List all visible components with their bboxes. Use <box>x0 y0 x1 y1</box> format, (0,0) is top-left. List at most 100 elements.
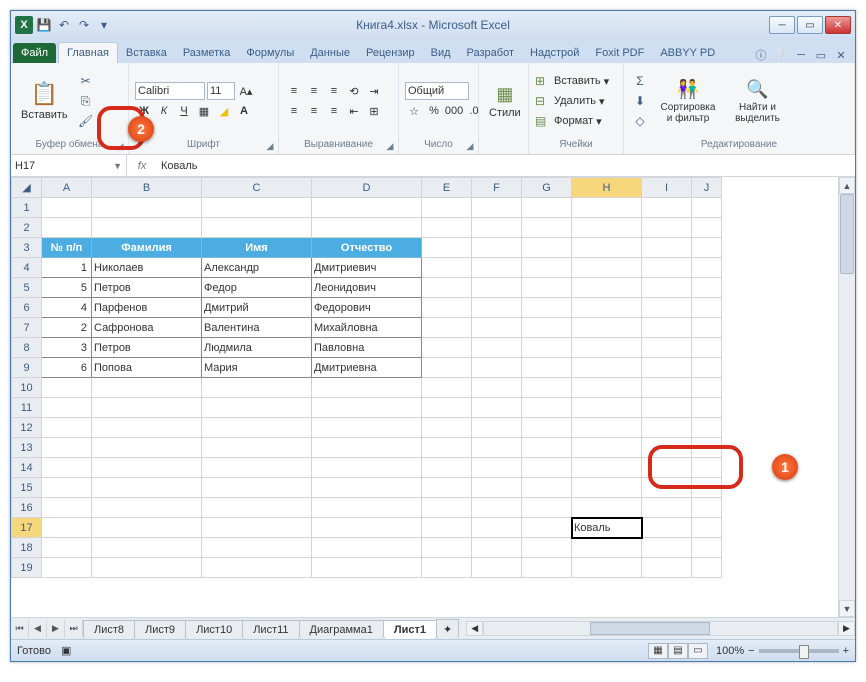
page-layout-icon[interactable]: ▤ <box>668 643 688 659</box>
row-header[interactable]: 15 <box>12 478 42 498</box>
col-header[interactable]: G <box>522 178 572 198</box>
cell[interactable]: Сафронова <box>92 318 202 338</box>
col-header[interactable]: E <box>422 178 472 198</box>
cell[interactable]: Леонидович <box>312 278 422 298</box>
zoom-slider[interactable] <box>759 649 839 653</box>
find-select-button[interactable]: 🔍 Найти и выделить <box>726 77 789 126</box>
tab-review[interactable]: Рецензир <box>358 43 423 63</box>
row-header[interactable]: 4 <box>12 258 42 278</box>
scroll-thumb[interactable] <box>840 194 854 274</box>
zoom-out-icon[interactable]: − <box>748 645 754 657</box>
cell[interactable]: 4 <box>42 298 92 318</box>
row-header[interactable]: 14 <box>12 458 42 478</box>
col-header[interactable]: J <box>692 178 722 198</box>
orientation-icon[interactable]: ⟲ <box>345 82 363 100</box>
close-button[interactable]: ✕ <box>825 16 851 34</box>
col-header[interactable]: F <box>472 178 522 198</box>
align-middle-icon[interactable]: ≡ <box>305 82 323 100</box>
cell[interactable]: Парфенов <box>92 298 202 318</box>
align-launcher-icon[interactable]: ◢ <box>384 140 396 152</box>
row-header[interactable]: 7 <box>12 318 42 338</box>
sheet-first-icon[interactable]: ⏮ <box>11 620 29 638</box>
sheet-tab[interactable]: Лист9 <box>134 620 186 639</box>
cell[interactable]: Отчество <box>312 238 422 258</box>
normal-view-icon[interactable]: ▦ <box>648 643 668 659</box>
undo-icon[interactable]: ↶ <box>55 16 73 34</box>
tab-abbyy[interactable]: ABBYY PD <box>652 43 723 63</box>
row-header[interactable]: 3 <box>12 238 42 258</box>
delete-cells-button[interactable]: ⊟Удалить ▾ <box>535 91 609 111</box>
tab-dev[interactable]: Разработ <box>459 43 522 63</box>
sheet-tab[interactable]: Диаграмма1 <box>299 620 384 639</box>
clipboard-launcher-icon[interactable]: ◢ <box>114 140 126 152</box>
cell[interactable]: Попова <box>92 358 202 378</box>
cell[interactable]: Дмитрий <box>202 298 312 318</box>
col-header[interactable]: B <box>92 178 202 198</box>
scroll-left-icon[interactable]: ◀ <box>466 621 483 636</box>
namebox-dropdown-icon[interactable]: ▼ <box>113 161 122 171</box>
number-format-select[interactable] <box>405 82 469 100</box>
doc-restore-icon[interactable]: ▭ <box>813 49 829 62</box>
cell[interactable]: Петров <box>92 338 202 358</box>
help-icon[interactable]: ❔ <box>773 49 789 62</box>
align-center-icon[interactable]: ≡ <box>305 102 323 120</box>
cell[interactable]: 3 <box>42 338 92 358</box>
row-header[interactable]: 9 <box>12 358 42 378</box>
doc-minimize-icon[interactable]: ─ <box>793 49 809 61</box>
save-icon[interactable]: 💾 <box>35 16 53 34</box>
row-header[interactable]: 12 <box>12 418 42 438</box>
col-header[interactable]: I <box>642 178 692 198</box>
align-right-icon[interactable]: ≡ <box>325 102 343 120</box>
row-header[interactable]: 1 <box>12 198 42 218</box>
scroll-right-icon[interactable]: ▶ <box>838 621 855 636</box>
wrap-text-icon[interactable]: ⇥ <box>365 82 383 100</box>
cell[interactable]: Дмитриевич <box>312 258 422 278</box>
align-bottom-icon[interactable]: ≡ <box>325 82 343 100</box>
currency-icon[interactable]: ☆ <box>405 102 423 120</box>
format-cells-button[interactable]: ▤Формат ▾ <box>535 111 609 131</box>
row-header[interactable]: 8 <box>12 338 42 358</box>
cell[interactable]: Имя <box>202 238 312 258</box>
maximize-button[interactable]: ▭ <box>797 16 823 34</box>
doc-close-icon[interactable]: ✕ <box>833 49 849 62</box>
fill-color-icon[interactable]: ◢ <box>215 102 233 120</box>
cell[interactable]: Федорович <box>312 298 422 318</box>
cell[interactable]: Фамилия <box>92 238 202 258</box>
indent-dec-icon[interactable]: ⇤ <box>345 102 363 120</box>
cell[interactable]: Александр <box>202 258 312 278</box>
tab-home[interactable]: Главная <box>58 42 118 63</box>
cell[interactable]: Петров <box>92 278 202 298</box>
font-launcher-icon[interactable]: ◢ <box>264 140 276 152</box>
underline-button[interactable]: Ч <box>175 102 193 120</box>
sheet-prev-icon[interactable]: ◀ <box>29 620 47 638</box>
cell[interactable]: Людмила <box>202 338 312 358</box>
cell[interactable]: 5 <box>42 278 92 298</box>
page-break-icon[interactable]: ▭ <box>688 643 708 659</box>
row-header[interactable]: 5 <box>12 278 42 298</box>
new-sheet-button[interactable]: ✦ <box>436 619 459 639</box>
row-header[interactable]: 6 <box>12 298 42 318</box>
cell[interactable]: Михайловна <box>312 318 422 338</box>
cell[interactable]: Павловна <box>312 338 422 358</box>
tab-insert[interactable]: Вставка <box>118 43 175 63</box>
select-all-button[interactable]: ◢ <box>12 178 42 198</box>
zoom-in-icon[interactable]: + <box>843 645 849 657</box>
grid[interactable]: ◢ A B C D E F G H I J 1 2 3 № п/п Фамили… <box>11 177 722 578</box>
tab-addins[interactable]: Надстрой <box>522 43 587 63</box>
zoom-control[interactable]: 100% − + <box>716 645 849 657</box>
horizontal-scrollbar[interactable]: ◀ ▶ <box>466 621 855 636</box>
sheet-next-icon[interactable]: ▶ <box>47 620 65 638</box>
comma-icon[interactable]: 000 <box>445 102 463 120</box>
tab-layout[interactable]: Разметка <box>175 43 239 63</box>
merge-icon[interactable]: ⊞ <box>365 102 383 120</box>
cell[interactable]: 2 <box>42 318 92 338</box>
styles-button[interactable]: ▦ Стили <box>485 82 525 121</box>
align-top-icon[interactable]: ≡ <box>285 82 303 100</box>
grow-font-icon[interactable]: A▴ <box>237 82 255 100</box>
bold-button[interactable]: Ж <box>135 102 153 120</box>
row-header[interactable]: 18 <box>12 538 42 558</box>
row-header[interactable]: 13 <box>12 438 42 458</box>
row-header[interactable]: 17 <box>12 518 42 538</box>
col-header[interactable]: C <box>202 178 312 198</box>
percent-icon[interactable]: % <box>425 102 443 120</box>
